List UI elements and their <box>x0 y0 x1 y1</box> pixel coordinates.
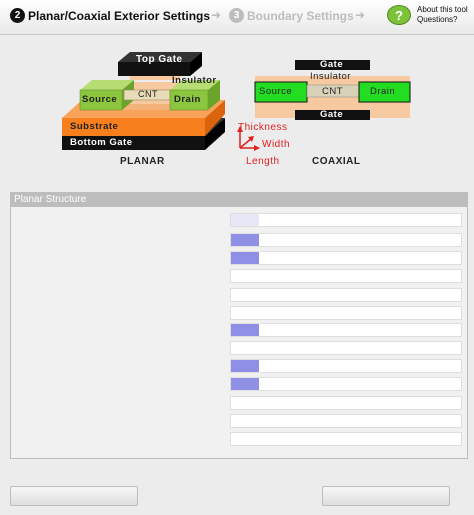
label-substrate: Substrate <box>70 121 119 132</box>
parameter-input[interactable] <box>230 414 462 428</box>
back-button[interactable] <box>10 486 138 506</box>
step-exterior-settings[interactable]: 2 Planar/Coaxial Exterior Settings <box>10 8 210 23</box>
planar-structure-panel: Planar Structure <box>10 192 468 459</box>
help-bubble-icon[interactable]: ? <box>387 5 411 25</box>
label-coax-cnt: CNT <box>322 86 344 97</box>
device-diagram <box>62 52 411 151</box>
device-structure-figure: Top Gate Insulator Source CNT Drain Subs… <box>40 40 440 180</box>
label-cnt: CNT <box>138 89 158 99</box>
label-bottom-gate: Bottom Gate <box>70 137 133 148</box>
parameter-level-fill <box>231 252 259 264</box>
parameter-input[interactable] <box>230 288 462 302</box>
coaxial-caption: COAXIAL <box>312 156 361 167</box>
next-button[interactable] <box>322 486 450 506</box>
label-drain: Drain <box>174 94 201 105</box>
help-link[interactable]: About this tool Questions? <box>417 5 468 25</box>
parameter-input[interactable] <box>230 213 462 227</box>
label-coax-source: Source <box>259 86 293 97</box>
label-source: Source <box>82 94 118 105</box>
step-label: Boundary Settings <box>247 8 354 23</box>
parameter-input[interactable] <box>230 233 462 247</box>
parameter-input[interactable] <box>230 269 462 283</box>
parameter-input[interactable] <box>230 359 462 373</box>
parameter-input[interactable] <box>230 377 462 391</box>
parameter-input[interactable] <box>230 251 462 265</box>
planar-caption: PLANAR <box>120 156 165 167</box>
parameter-input[interactable] <box>230 341 462 355</box>
step-boundary-settings[interactable]: 3 Boundary Settings <box>229 8 354 23</box>
wizard-header: 2 Planar/Coaxial Exterior Settings ➜ 3 B… <box>0 0 474 35</box>
label-insulator: Insulator <box>172 75 217 86</box>
label-coax-drain: Drain <box>370 86 396 97</box>
about-tool-link[interactable]: About this tool <box>417 5 468 15</box>
step-label: Planar/Coaxial Exterior Settings <box>28 8 211 23</box>
label-coax-gate-bottom: Gate <box>320 109 344 120</box>
step-number-badge: 2 <box>10 8 25 23</box>
label-coax-insulator: Insulator <box>310 71 351 82</box>
parameter-level-fill <box>231 234 259 246</box>
parameter-input[interactable] <box>230 306 462 320</box>
axis-width-label: Width <box>262 139 291 150</box>
parameter-level-fill <box>231 360 259 372</box>
parameter-level-fill <box>231 324 259 336</box>
label-top-gate: Top Gate <box>136 54 183 65</box>
panel-title: Planar Structure <box>11 193 467 207</box>
axis-length-label: Length <box>246 156 280 167</box>
parameter-input[interactable] <box>230 432 462 446</box>
parameter-input[interactable] <box>230 323 462 337</box>
parameter-input[interactable] <box>230 396 462 410</box>
arrow-right-icon: ➜ <box>355 8 366 22</box>
arrow-right-icon: ➜ <box>211 8 222 22</box>
axis-thickness-label: Thickness <box>238 122 288 133</box>
questions-link[interactable]: Questions? <box>417 15 468 25</box>
parameter-level-fill <box>231 214 259 226</box>
parameter-level-fill <box>231 378 259 390</box>
label-coax-gate-top: Gate <box>320 59 344 70</box>
step-number-badge: 3 <box>229 8 244 23</box>
